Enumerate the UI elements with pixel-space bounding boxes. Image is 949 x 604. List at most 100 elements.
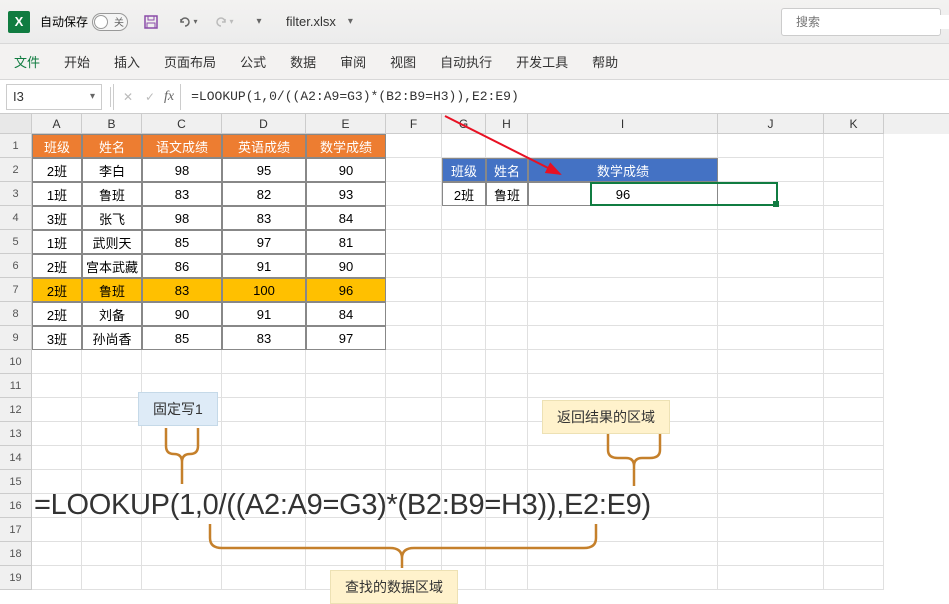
toggle-switch[interactable]: 关 <box>92 13 128 31</box>
cell[interactable] <box>486 446 528 470</box>
cell[interactable] <box>386 278 442 302</box>
cell[interactable] <box>824 422 884 446</box>
cell[interactable] <box>824 398 884 422</box>
cell[interactable] <box>528 350 718 374</box>
cell[interactable] <box>718 518 824 542</box>
qat-customize[interactable]: ▾ <box>246 9 272 35</box>
name-box[interactable]: I3 ▾ <box>6 84 102 110</box>
cell[interactable] <box>386 446 442 470</box>
row-header[interactable]: 11 <box>0 374 32 398</box>
cell[interactable]: 90 <box>142 302 222 326</box>
cell[interactable] <box>32 350 82 374</box>
cell[interactable] <box>386 326 442 350</box>
cell[interactable] <box>442 350 486 374</box>
cell[interactable] <box>528 278 718 302</box>
cell[interactable]: 91 <box>222 302 306 326</box>
confirm-button[interactable]: ✓ <box>140 87 160 107</box>
cell[interactable] <box>142 350 222 374</box>
cell[interactable] <box>222 422 306 446</box>
cell[interactable] <box>82 446 142 470</box>
cell[interactable] <box>306 350 386 374</box>
cell[interactable] <box>442 278 486 302</box>
cell[interactable] <box>718 326 824 350</box>
tab-file[interactable]: 文件 <box>12 48 42 75</box>
cell[interactable] <box>82 374 142 398</box>
cell[interactable]: 刘备 <box>82 302 142 326</box>
cell[interactable] <box>824 446 884 470</box>
chevron-down-icon[interactable]: ▾ <box>348 16 353 27</box>
cell[interactable] <box>486 302 528 326</box>
cell[interactable] <box>718 446 824 470</box>
cell[interactable] <box>824 254 884 278</box>
cell[interactable] <box>486 326 528 350</box>
cell[interactable]: 100 <box>222 278 306 302</box>
cell[interactable] <box>824 542 884 566</box>
cell[interactable] <box>528 326 718 350</box>
cell[interactable] <box>442 398 486 422</box>
cell[interactable] <box>306 398 386 422</box>
cell[interactable] <box>386 374 442 398</box>
cell[interactable] <box>718 302 824 326</box>
cell[interactable] <box>82 542 142 566</box>
cell[interactable] <box>222 398 306 422</box>
cell[interactable] <box>486 254 528 278</box>
tab-view[interactable]: 视图 <box>388 48 418 75</box>
cell[interactable]: 2班 <box>32 302 82 326</box>
cell[interactable] <box>442 254 486 278</box>
cell[interactable] <box>824 158 884 182</box>
search-input[interactable] <box>796 15 949 29</box>
tab-home[interactable]: 开始 <box>62 48 92 75</box>
undo-button[interactable]: ▾ <box>174 9 200 35</box>
cell[interactable] <box>306 446 386 470</box>
cell[interactable]: 97 <box>306 326 386 350</box>
cell[interactable] <box>824 230 884 254</box>
row-header[interactable]: 9 <box>0 326 32 350</box>
cancel-button[interactable]: ✕ <box>118 87 138 107</box>
tab-pagelayout[interactable]: 页面布局 <box>162 48 218 75</box>
cell[interactable] <box>32 446 82 470</box>
save-button[interactable] <box>138 9 164 35</box>
cell[interactable] <box>32 374 82 398</box>
tab-automate[interactable]: 自动执行 <box>438 48 494 75</box>
autosave-toggle[interactable]: 自动保存 关 <box>40 13 128 31</box>
cell[interactable] <box>82 398 142 422</box>
cell[interactable] <box>528 254 718 278</box>
cell[interactable]: 86 <box>142 254 222 278</box>
row-header[interactable]: 12 <box>0 398 32 422</box>
cell[interactable] <box>486 398 528 422</box>
cell[interactable] <box>824 206 884 230</box>
cell[interactable] <box>442 446 486 470</box>
tab-insert[interactable]: 插入 <box>112 48 142 75</box>
col-K[interactable]: K <box>824 114 884 134</box>
cell[interactable] <box>718 278 824 302</box>
cell[interactable] <box>718 494 824 518</box>
tab-formulas[interactable]: 公式 <box>238 48 268 75</box>
cell[interactable] <box>718 470 824 494</box>
cell[interactable]: 宫本武藏 <box>82 254 142 278</box>
formula-input[interactable]: =LOOKUP(1,0/((A2:A9=G3)*(B2:B9=H3)),E2:E… <box>181 84 949 110</box>
cell[interactable] <box>386 422 442 446</box>
cell[interactable] <box>718 398 824 422</box>
chevron-down-icon[interactable]: ▾ <box>90 91 95 102</box>
cell[interactable] <box>824 278 884 302</box>
cell[interactable] <box>824 566 884 590</box>
cell[interactable] <box>718 422 824 446</box>
cell[interactable]: 83 <box>222 326 306 350</box>
cell[interactable] <box>386 398 442 422</box>
cell[interactable]: 3班 <box>32 326 82 350</box>
cell[interactable] <box>718 350 824 374</box>
cell[interactable] <box>442 422 486 446</box>
cell[interactable] <box>824 494 884 518</box>
cell[interactable] <box>528 374 718 398</box>
cell[interactable] <box>486 278 528 302</box>
row-header[interactable]: 10 <box>0 350 32 374</box>
fx-button[interactable]: fx <box>162 89 176 105</box>
cell[interactable]: 96 <box>306 278 386 302</box>
cell[interactable] <box>824 470 884 494</box>
row-header[interactable]: 15 <box>0 470 32 494</box>
tab-data[interactable]: 数据 <box>288 48 318 75</box>
cell[interactable]: 孙尚香 <box>82 326 142 350</box>
redo-button[interactable]: ▾ <box>210 9 236 35</box>
cell[interactable] <box>386 302 442 326</box>
row-header[interactable]: 17 <box>0 518 32 542</box>
